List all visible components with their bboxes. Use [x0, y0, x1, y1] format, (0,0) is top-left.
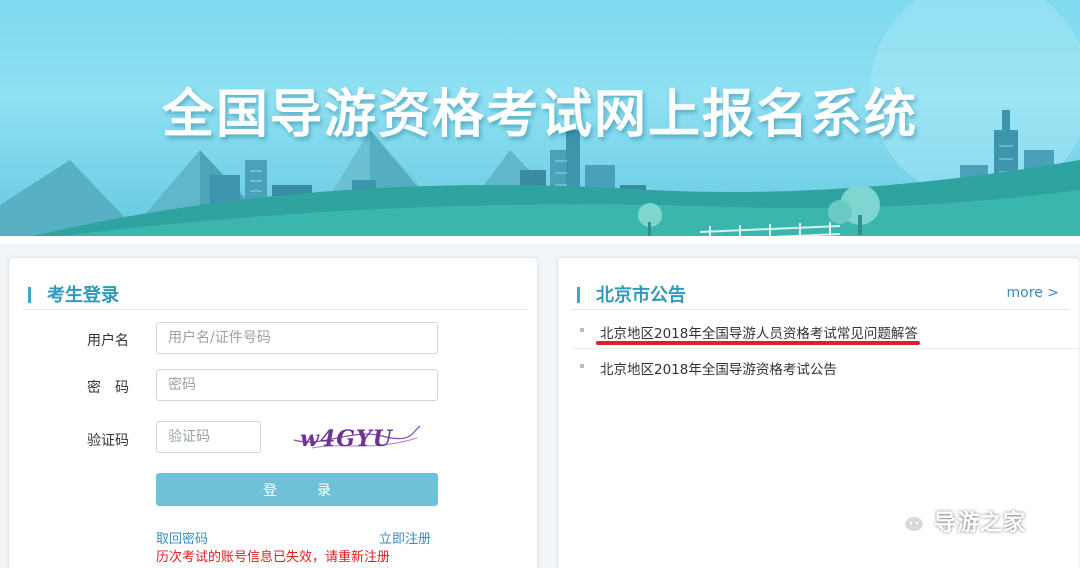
login-panel-header: 考生登录 — [23, 268, 527, 310]
page-title: 全国导游资格考试网上报名系统 — [161, 85, 918, 145]
section-marker — [28, 287, 31, 303]
header-banner: 全国导游资格考试网上报名系统 — [0, 0, 1080, 244]
username-label: 用户名 — [87, 333, 129, 349]
bullet-icon — [580, 328, 584, 332]
banner-divider — [0, 236, 1080, 244]
password-input[interactable] — [156, 369, 438, 401]
notice-panel-title: 北京市公告 — [596, 285, 686, 306]
wechat-icon — [889, 507, 926, 534]
section-marker — [577, 287, 580, 303]
login-panel-title: 考生登录 — [47, 285, 119, 306]
highlight-underline — [596, 341, 920, 345]
account-warning: 历次考试的账号信息已失效，请重新注册 — [156, 550, 391, 565]
notice-panel-header: 北京市公告 more > — [572, 268, 1069, 310]
password-label: 密 码 — [87, 380, 129, 396]
login-button[interactable]: 登录 — [156, 473, 438, 506]
watermark: 导游之家 — [888, 505, 1026, 537]
captcha-label: 验证码 — [87, 433, 129, 449]
login-panel: 考生登录 用户名 密 码 验证码 w4GYU 登录 取回密码 立即注册 历次考试… — [8, 257, 538, 568]
captcha-input[interactable] — [156, 421, 261, 453]
captcha-image[interactable]: w4GYU — [292, 418, 422, 458]
captcha-text: w4GYU — [300, 426, 394, 452]
bullet-icon — [580, 364, 584, 368]
notice-divider — [572, 348, 1079, 349]
recover-password-link[interactable]: 取回密码 — [156, 528, 208, 547]
notice-title: 北京地区2018年全国导游资格考试公告 — [600, 362, 837, 378]
notice-title: 北京地区2018年全国导游人员资格考试常见问题解答 — [600, 326, 918, 342]
username-input[interactable] — [156, 322, 438, 354]
watermark-text: 导游之家 — [934, 511, 1027, 536]
register-link[interactable]: 立即注册 — [379, 528, 431, 547]
more-link[interactable]: more > — [1007, 285, 1059, 301]
